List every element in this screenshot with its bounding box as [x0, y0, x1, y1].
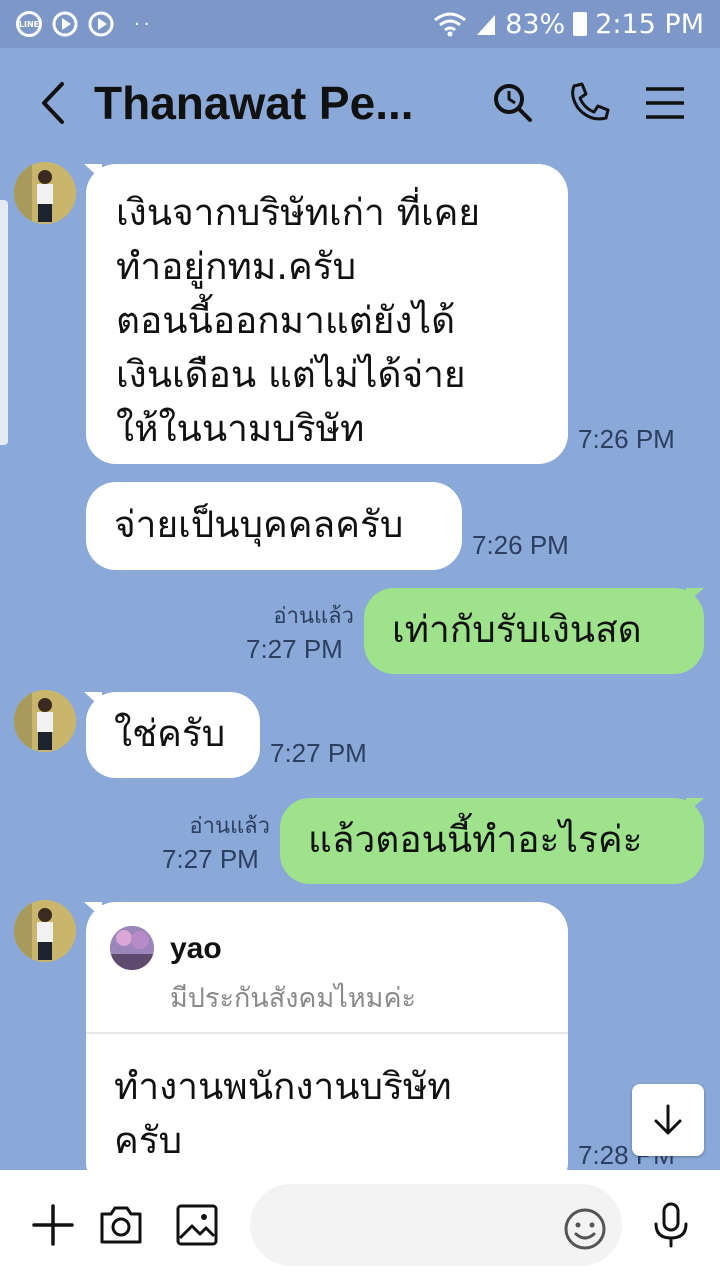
message-bubble[interactable]: จ่ายเป็นบุคคลครับ: [86, 482, 462, 570]
message-time: 7:27 PM: [270, 738, 367, 768]
battery-percent: 83%: [505, 8, 566, 40]
signal-icon: [477, 15, 496, 35]
chat-title[interactable]: Thanawat Pe...: [94, 76, 454, 130]
reply-sender-name: yao: [170, 932, 222, 965]
arrow-down-icon: [654, 1104, 682, 1135]
message-time: 7:27 PM: [162, 844, 259, 874]
message-bubble[interactable]: ใช่ครับ: [86, 692, 260, 778]
phone-icon[interactable]: [564, 78, 614, 128]
reply-avatar: [110, 926, 154, 970]
reply-quote-text: มีประกันสังคมไหมค่ะ: [170, 983, 417, 1014]
message-text: ใช่ครับ: [114, 712, 226, 755]
message-time: 7:27 PM: [246, 634, 343, 664]
reply-quote-block[interactable]: yao มีประกันสังคมไหมค่ะ: [86, 902, 568, 1034]
message-bubble[interactable]: เงินจากบริษัทเก่า ที่เคย ทำอยู่กทม.ครับ …: [86, 164, 568, 464]
image-icon[interactable]: [170, 1198, 224, 1252]
line-icon: LINE: [16, 11, 42, 37]
message-bubble[interactable]: เท่ากับรับเงินสด: [364, 588, 704, 674]
message-time: 7:26 PM: [578, 424, 675, 454]
search-icon[interactable]: [488, 78, 538, 128]
message-text: ทำงานพนักงานบริษัท ครับ: [114, 1065, 452, 1162]
scroll-to-bottom-button[interactable]: [632, 1084, 704, 1156]
avatar[interactable]: [14, 162, 76, 224]
play-icon: [88, 11, 114, 37]
message-text: แล้วตอนนี้ทำอะไรค่ะ: [308, 818, 643, 861]
message-time: 7:26 PM: [472, 530, 569, 560]
message-text: จ่ายเป็นบุคคลครับ: [114, 503, 404, 546]
message-text: เท่ากับรับเงินสด: [392, 608, 642, 651]
avatar[interactable]: [14, 900, 76, 962]
plus-icon[interactable]: [26, 1198, 80, 1252]
microphone-icon[interactable]: [644, 1198, 698, 1252]
message-input-bar: [0, 1170, 720, 1280]
avatar[interactable]: [14, 690, 76, 752]
message-text: เงินจากบริษัทเก่า ที่เคย ทำอยู่กทม.ครับ …: [116, 191, 481, 450]
camera-icon[interactable]: [94, 1198, 148, 1252]
reply-message-bubble[interactable]: yao มีประกันสังคมไหมค่ะ ทำงานพนักงานบริษ…: [86, 902, 568, 1192]
message-bubble[interactable]: แล้วตอนนี้ทำอะไรค่ะ: [280, 798, 704, 884]
back-icon[interactable]: [36, 78, 72, 128]
chat-header: Thanawat Pe...: [0, 48, 720, 158]
play-icon: [52, 11, 78, 37]
read-receipt: อ่านแล้ว: [189, 814, 270, 839]
menu-icon[interactable]: [640, 78, 690, 128]
more-notifications: ··: [134, 13, 154, 35]
battery-icon: [573, 12, 588, 36]
scroll-indicator[interactable]: [0, 200, 8, 445]
status-bar: LINE ·· 83% 2:15 PM: [0, 0, 720, 48]
wifi-icon: [434, 12, 467, 37]
read-receipt: อ่านแล้ว: [273, 604, 354, 629]
emoji-icon[interactable]: [562, 1206, 608, 1252]
clock: 2:15 PM: [595, 8, 704, 40]
